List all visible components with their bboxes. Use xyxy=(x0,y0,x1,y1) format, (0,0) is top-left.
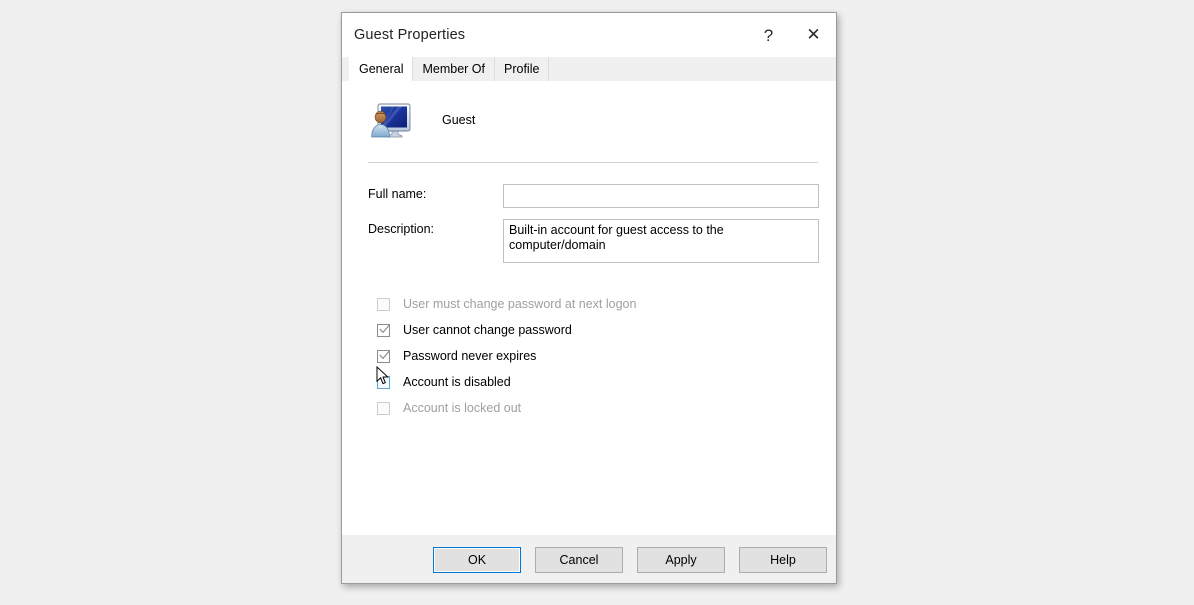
general-tab-panel: Guest Full name: Description: User must … xyxy=(349,81,829,535)
account-header: Guest xyxy=(350,82,828,142)
checkbox-label: Account is disabled xyxy=(403,375,511,389)
title-bar-buttons: ? ✕ xyxy=(746,13,836,57)
checkbox-box[interactable] xyxy=(377,349,390,363)
checkmark-icon xyxy=(379,350,390,359)
guest-properties-dialog: Guest Properties ? ✕ General Member Of P… xyxy=(341,12,837,584)
tab-member-of[interactable]: Member Of xyxy=(412,57,495,81)
full-name-label: Full name: xyxy=(368,187,427,201)
tab-profile-label: Profile xyxy=(504,62,540,76)
tab-general[interactable]: General xyxy=(349,57,414,81)
checkbox-label: User cannot change password xyxy=(403,323,572,337)
help-button-bottom[interactable]: Help xyxy=(739,546,827,573)
checkbox-box[interactable] xyxy=(377,323,390,337)
checkbox-account-is-disabled[interactable]: Account is disabled xyxy=(358,369,828,395)
account-form: Full name: Description: xyxy=(350,163,828,263)
title-bar: Guest Properties ? ✕ xyxy=(342,13,836,57)
help-button[interactable]: ? xyxy=(746,13,791,57)
window-title: Guest Properties xyxy=(354,27,466,43)
checkbox-password-never-expires[interactable]: Password never expires xyxy=(358,343,828,369)
checkbox-box xyxy=(377,297,390,311)
checkbox-label: Password never expires xyxy=(403,349,537,363)
checkbox-label: Account is locked out xyxy=(403,401,522,415)
tab-profile[interactable]: Profile xyxy=(494,57,550,81)
tab-strip: General Member Of Profile xyxy=(342,57,836,81)
cancel-button[interactable]: Cancel xyxy=(535,546,623,573)
account-options-list: User must change password at next logon … xyxy=(350,274,828,421)
user-computer-icon xyxy=(368,100,412,140)
description-row: Description: xyxy=(368,219,828,263)
ok-button[interactable]: OK xyxy=(433,546,521,573)
description-label: Description: xyxy=(368,222,434,236)
close-icon: ✕ xyxy=(806,24,821,45)
apply-button[interactable]: Apply xyxy=(637,546,725,573)
checkmark-icon xyxy=(379,324,390,333)
tab-member-of-label: Member Of xyxy=(422,62,485,76)
full-name-row: Full name: xyxy=(368,184,828,208)
account-name: Guest xyxy=(442,112,476,127)
description-input[interactable] xyxy=(503,219,819,263)
dialog-button-bar: OK Cancel Apply Help xyxy=(342,535,836,583)
checkbox-box[interactable] xyxy=(377,375,390,389)
checkbox-user-cannot-change-password[interactable]: User cannot change password xyxy=(358,317,828,343)
tab-general-label: General xyxy=(359,62,404,76)
question-mark-icon: ? xyxy=(763,25,774,45)
checkbox-user-must-change-password: User must change password at next logon xyxy=(358,291,828,317)
checkbox-label: User must change password at next logon xyxy=(403,297,637,311)
close-button[interactable]: ✕ xyxy=(791,13,836,57)
full-name-input[interactable] xyxy=(503,184,819,208)
checkbox-box xyxy=(377,401,390,415)
checkbox-account-is-locked-out: Account is locked out xyxy=(358,395,828,421)
